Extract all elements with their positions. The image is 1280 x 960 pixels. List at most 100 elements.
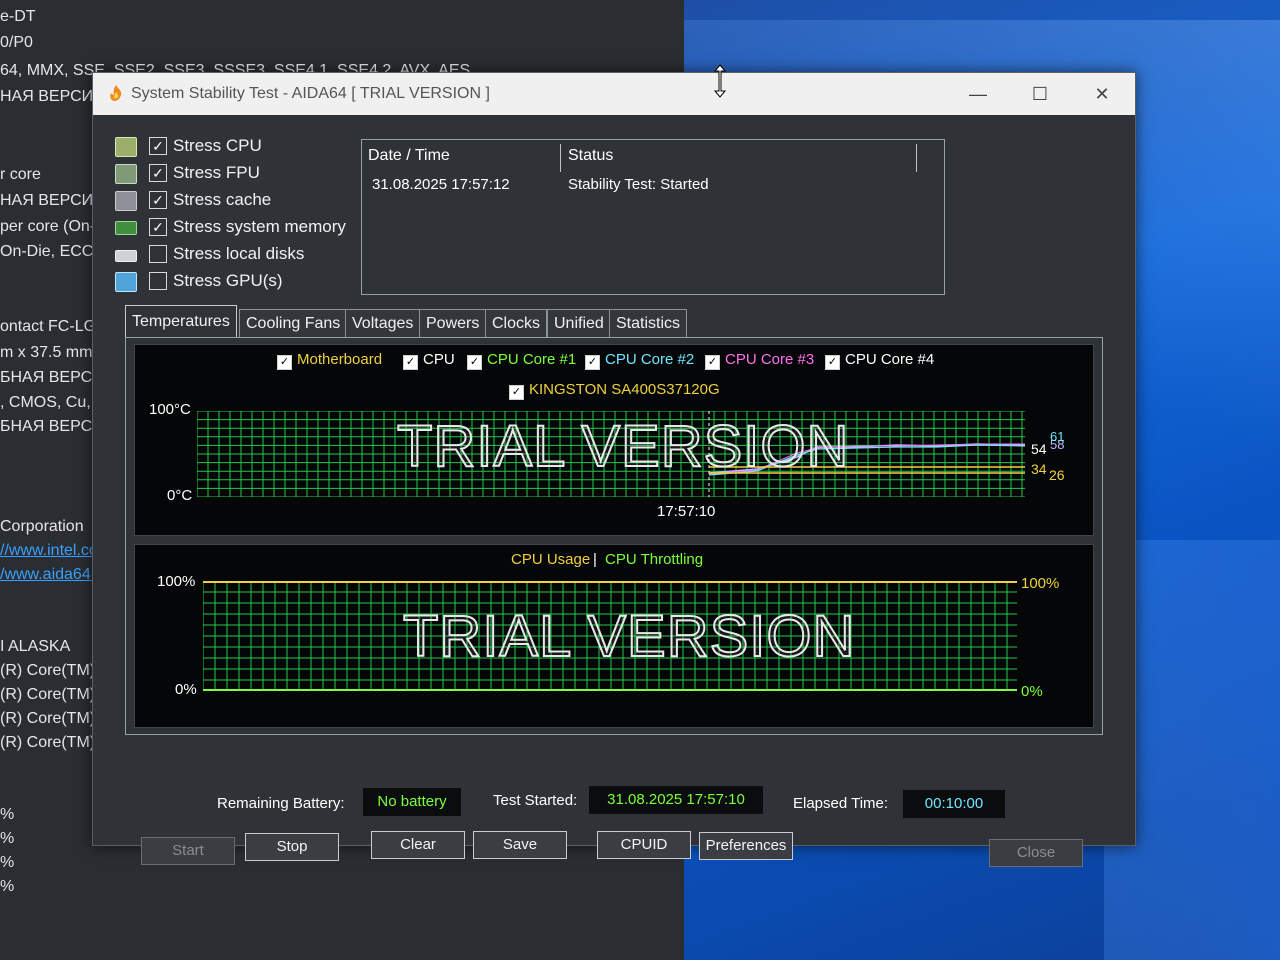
cpuid-button[interactable]: CPUID <box>597 831 691 859</box>
temp-time-label: 17:57:10 <box>657 503 716 520</box>
temp-axis-max: 100°C <box>149 401 191 418</box>
temp-value-core: 61 <box>1050 429 1065 444</box>
stress-cache-checkbox[interactable]: ✓ <box>149 191 167 209</box>
stress-memory-label: Stress system memory <box>173 217 346 236</box>
bg-text: m x 37.5 mm <box>0 344 93 361</box>
legend-cpu-core-1[interactable]: ✓ CPU Core #1 <box>467 351 576 371</box>
log-row-datetime[interactable]: 31.08.2025 17:57:12 <box>372 176 510 193</box>
stress-fpu-checkbox[interactable]: ✓ <box>149 164 167 182</box>
tab-unified[interactable]: Unified <box>547 309 611 338</box>
gpu-icon <box>115 272 137 292</box>
legend-label: CPU Core #3 <box>725 351 815 368</box>
bg-text: , CMOS, Cu, H <box>0 394 107 411</box>
stress-memory-checkbox[interactable]: ✓ <box>149 218 167 236</box>
legend-checkbox[interactable]: ✓ <box>467 355 482 370</box>
bg-link-aida64[interactable]: /www.aida64.c <box>0 566 103 584</box>
legend-cpu-core-2[interactable]: ✓ CPU Core #2 <box>585 351 694 371</box>
graphs-panel: ✓ Motherboard ✓ CPU ✓ CPU Core #1 ✓ CPU Core… <box>125 337 1103 735</box>
minimize-button[interactable]: — <box>955 79 1001 109</box>
legend-label: CPU Core #4 <box>845 351 935 368</box>
stress-disks-checkbox[interactable] <box>149 245 167 263</box>
resize-cursor-icon <box>713 64 727 98</box>
bg-link-intel[interactable]: //www.intel.co <box>0 542 98 560</box>
legend-label: CPU Core #1 <box>487 351 577 368</box>
elapsed-time-label: Elapsed Time: <box>793 795 889 812</box>
cpu-throttling-title: CPU Throttling <box>605 551 704 568</box>
tab-cooling-fans[interactable]: Cooling Fans <box>239 309 348 338</box>
remaining-battery-value: No battery <box>363 788 461 816</box>
clear-button[interactable]: Clear <box>371 831 465 859</box>
tab-temperatures[interactable]: Temperatures <box>125 305 237 339</box>
bg-text: % <box>0 830 15 847</box>
bg-text: On-Die, ECC, <box>0 243 98 260</box>
test-started-label: Test Started: <box>493 792 578 809</box>
legend-separator: | <box>593 551 597 568</box>
trial-version-watermark: TRIAL VERSION <box>402 603 856 670</box>
temp-value-cpu: 54 <box>1031 441 1047 457</box>
bg-text: НАЯ ВЕРСИЯ <box>0 88 105 105</box>
stress-cpu-label: Stress CPU <box>173 136 262 155</box>
close-window-button[interactable]: ✕ <box>1079 79 1125 109</box>
tab-powers[interactable]: Powers <box>419 309 487 338</box>
stress-disks-label: Stress local disks <box>173 244 305 263</box>
memory-icon <box>115 221 137 235</box>
bg-text: per core (On- <box>0 218 96 235</box>
remaining-battery-label: Remaining Battery: <box>217 795 345 812</box>
stress-gpu-checkbox[interactable] <box>149 272 167 290</box>
stop-button[interactable]: Stop <box>245 833 339 861</box>
tab-voltages[interactable]: Voltages <box>345 309 421 338</box>
legend-checkbox[interactable]: ✓ <box>825 355 840 370</box>
cpu-usage-graph: CPU Usage | CPU Throttling 100% 0% 100% … <box>134 544 1094 728</box>
system-stability-test-window: System Stability Test - AIDA64 [ TRIAL V… <box>92 72 1136 867</box>
usage-axis-right-min: 0% <box>1021 683 1043 700</box>
bg-text: Corporation <box>0 518 84 535</box>
legend-cpu[interactable]: ✓ CPU <box>403 351 455 371</box>
start-button[interactable]: Start <box>141 837 235 865</box>
aida64-flame-icon <box>110 85 122 101</box>
bg-text: НАЯ ВЕРСИЯ <box>0 192 105 209</box>
maximize-button[interactable]: ☐ <box>1017 79 1063 109</box>
log-row-status[interactable]: Stability Test: Started <box>568 176 709 193</box>
stress-gpu-label: Stress GPU(s) <box>173 271 283 290</box>
bg-text: I ALASKA <box>0 638 71 655</box>
bg-text: ontact FC-LGA <box>0 318 107 335</box>
column-header-status[interactable]: Status <box>568 140 613 172</box>
elapsed-time-value: 00:10:00 <box>903 790 1005 818</box>
legend-checkbox[interactable]: ✓ <box>277 355 292 370</box>
usage-axis-right-max: 100% <box>1021 575 1060 592</box>
column-separator[interactable] <box>560 144 561 172</box>
column-header-datetime[interactable]: Date / Time <box>368 140 450 172</box>
bg-text: r core <box>0 166 41 183</box>
temperature-graph: ✓ Motherboard ✓ CPU ✓ CPU Core #1 ✓ CPU Core… <box>134 344 1094 536</box>
legend-kingston-ssd[interactable]: ✓ KINGSTON SA400S37120G <box>509 381 720 401</box>
legend-motherboard[interactable]: ✓ Motherboard <box>277 351 382 371</box>
legend-checkbox[interactable]: ✓ <box>585 355 600 370</box>
bg-text: e-DT <box>0 8 36 25</box>
usage-axis-min: 0% <box>175 681 197 698</box>
legend-checkbox[interactable]: ✓ <box>705 355 720 370</box>
bg-text: % <box>0 878 15 895</box>
tab-clocks[interactable]: Clocks <box>485 309 548 338</box>
legend-checkbox[interactable]: ✓ <box>403 355 418 370</box>
test-started-value: 31.08.2025 17:57:10 <box>589 786 763 814</box>
legend-checkbox[interactable]: ✓ <box>509 385 524 400</box>
column-separator[interactable] <box>916 144 917 172</box>
preferences-button[interactable]: Preferences <box>699 832 793 860</box>
trial-version-watermark: TRIAL VERSION <box>396 413 850 480</box>
title-bar[interactable]: System Stability Test - AIDA64 [ TRIAL V… <box>93 73 1135 115</box>
legend-cpu-core-4[interactable]: ✓ CPU Core #4 <box>825 351 934 371</box>
legend-cpu-core-3[interactable]: ✓ CPU Core #3 <box>705 351 814 371</box>
window-body: ✓ Stress CPU ✓ Stress FPU ✓ Stress cache… <box>93 115 1135 867</box>
stress-fpu-label: Stress FPU <box>173 163 260 182</box>
close-button[interactable]: Close <box>989 839 1083 867</box>
save-button[interactable]: Save <box>473 831 567 859</box>
bg-text: % <box>0 806 15 823</box>
legend-label: KINGSTON SA400S37120G <box>529 381 720 398</box>
legend-label: Motherboard <box>297 351 383 368</box>
legend-label: CPU Core #2 <box>605 351 695 368</box>
stress-cpu-checkbox[interactable]: ✓ <box>149 137 167 155</box>
stress-cache-label: Stress cache <box>173 190 272 209</box>
temp-value-motherboard: 34 <box>1031 461 1047 477</box>
tab-statistics[interactable]: Statistics <box>609 309 688 338</box>
status-log-list[interactable]: Date / Time Status 31.08.2025 17:57:12 S… <box>361 139 945 295</box>
